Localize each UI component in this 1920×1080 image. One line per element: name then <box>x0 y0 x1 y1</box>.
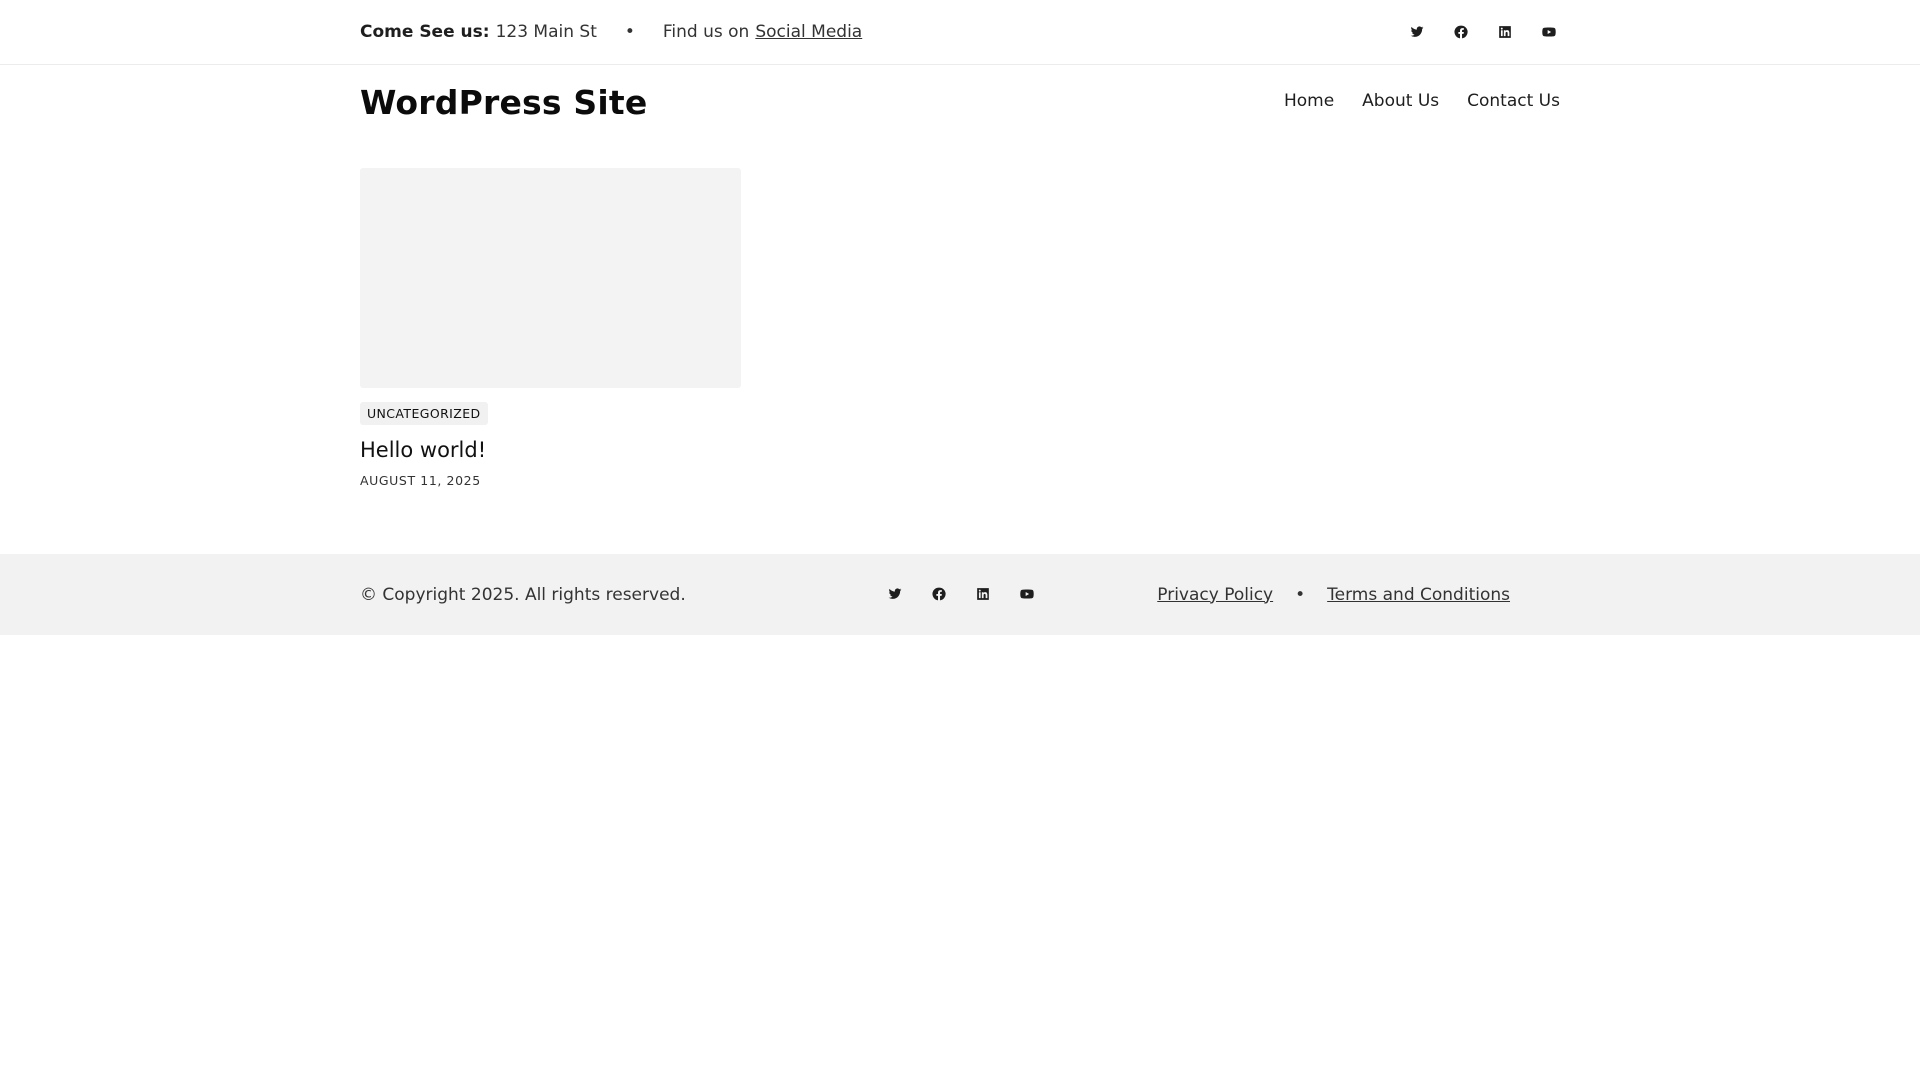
contact-info: Come See us: 123 Main St • Find us on So… <box>360 0 862 63</box>
find-us-text: Find us on <box>662 21 750 42</box>
come-see-us-label: Come See us: <box>360 21 490 42</box>
post-date: AUGUST 11, 2025 <box>360 473 481 488</box>
facebook-icon[interactable] <box>928 583 950 605</box>
post-card: UNCATEGORIZED Hello world! AUGUST 11, 20… <box>360 168 741 488</box>
terms-and-conditions-link[interactable]: Terms and Conditions <box>1327 585 1510 605</box>
youtube-icon[interactable] <box>1016 583 1038 605</box>
site-title[interactable]: WordPress Site <box>360 83 647 122</box>
main-nav: Home About Us Contact Us <box>1284 91 1560 111</box>
post-category-badge[interactable]: UNCATEGORIZED <box>360 402 488 425</box>
post-title[interactable]: Hello world! <box>360 438 741 462</box>
separator-dot: • <box>624 21 635 42</box>
twitter-icon[interactable] <box>1406 21 1428 43</box>
address-text: 123 Main St <box>495 21 597 42</box>
social-media-link[interactable]: Social Media <box>755 22 862 42</box>
linkedin-icon[interactable] <box>1494 21 1516 43</box>
post-thumbnail[interactable] <box>360 168 741 388</box>
site-footer: © Copyright 2025. All rights reserved. P… <box>0 554 1920 635</box>
twitter-icon[interactable] <box>884 583 906 605</box>
nav-home[interactable]: Home <box>1284 91 1334 111</box>
separator-dot: • <box>1295 584 1306 605</box>
nav-about-us[interactable]: About Us <box>1362 91 1439 111</box>
linkedin-icon[interactable] <box>972 583 994 605</box>
main-content: UNCATEGORIZED Hello world! AUGUST 11, 20… <box>0 165 1920 554</box>
footer-social-icons <box>884 583 1038 605</box>
top-bar: Come See us: 123 Main St • Find us on So… <box>0 0 1920 65</box>
privacy-policy-link[interactable]: Privacy Policy <box>1157 585 1273 605</box>
footer-links: Privacy Policy • Terms and Conditions <box>1157 554 1510 635</box>
top-social-icons <box>1406 0 1560 63</box>
site-header: WordPress Site Home About Us Contact Us <box>0 65 1920 165</box>
copyright-text: © Copyright 2025. All rights reserved. <box>360 584 686 605</box>
youtube-icon[interactable] <box>1538 21 1560 43</box>
nav-contact-us[interactable]: Contact Us <box>1467 91 1560 111</box>
facebook-icon[interactable] <box>1450 21 1472 43</box>
